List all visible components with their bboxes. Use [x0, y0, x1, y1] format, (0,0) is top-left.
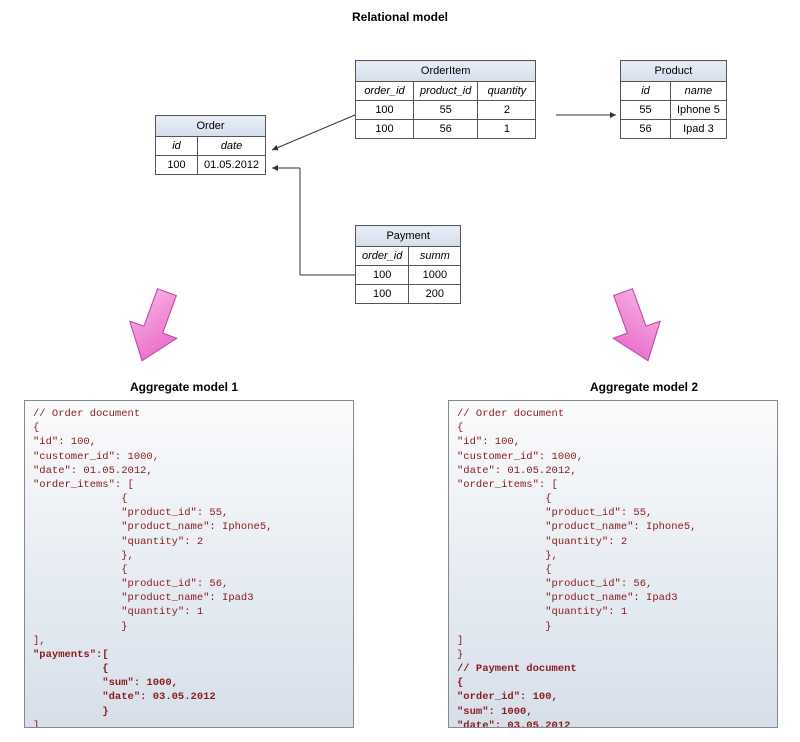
orderitem-col: order_id: [356, 82, 414, 101]
order-cell: 100: [156, 156, 198, 175]
product-cell: 56: [621, 120, 671, 139]
payment-col: order_id: [356, 247, 409, 266]
payment-cell: 100: [356, 285, 409, 304]
product-table: Product id name 55 Iphone 5 56 Ipad 3: [620, 60, 727, 139]
product-table-title: Product: [621, 61, 727, 82]
orderitem-cell: 100: [356, 120, 414, 139]
main-title: Relational model: [0, 10, 800, 24]
orderitem-col: product_id: [414, 82, 478, 101]
orderitem-cell: 100: [356, 101, 414, 120]
orderitem-table: OrderItem order_id product_id quantity 1…: [355, 60, 536, 139]
aggregate-2-code: // Order document{"id": 100,"customer_id…: [448, 400, 778, 728]
aggregate-2-title: Aggregate model 2: [590, 380, 698, 394]
arrow-down-right-icon: [593, 277, 677, 373]
payment-col: summ: [409, 247, 461, 266]
payment-table-title: Payment: [356, 226, 461, 247]
arrow-down-left-icon: [113, 277, 197, 373]
aggregate-1-title: Aggregate model 1: [130, 380, 238, 394]
product-col: name: [671, 82, 727, 101]
orderitem-table-title: OrderItem: [356, 61, 536, 82]
order-table-title: Order: [156, 116, 266, 137]
orderitem-col: quantity: [478, 82, 536, 101]
order-table: Order id date 100 01.05.2012: [155, 115, 266, 175]
order-cell: 01.05.2012: [198, 156, 266, 175]
order-col-id: id: [156, 137, 198, 156]
payment-cell: 200: [409, 285, 461, 304]
orderitem-cell: 55: [414, 101, 478, 120]
aggregate-1-code: // Order document{"id": 100,"customer_id…: [24, 400, 354, 728]
product-cell: 55: [621, 101, 671, 120]
payment-table: Payment order_id summ 100 1000 100 200: [355, 225, 461, 304]
product-cell: Ipad 3: [671, 120, 727, 139]
product-cell: Iphone 5: [671, 101, 727, 120]
orderitem-cell: 1: [478, 120, 536, 139]
payment-cell: 1000: [409, 266, 461, 285]
orderitem-cell: 2: [478, 101, 536, 120]
orderitem-cell: 56: [414, 120, 478, 139]
product-col: id: [621, 82, 671, 101]
payment-cell: 100: [356, 266, 409, 285]
order-col-date: date: [198, 137, 266, 156]
